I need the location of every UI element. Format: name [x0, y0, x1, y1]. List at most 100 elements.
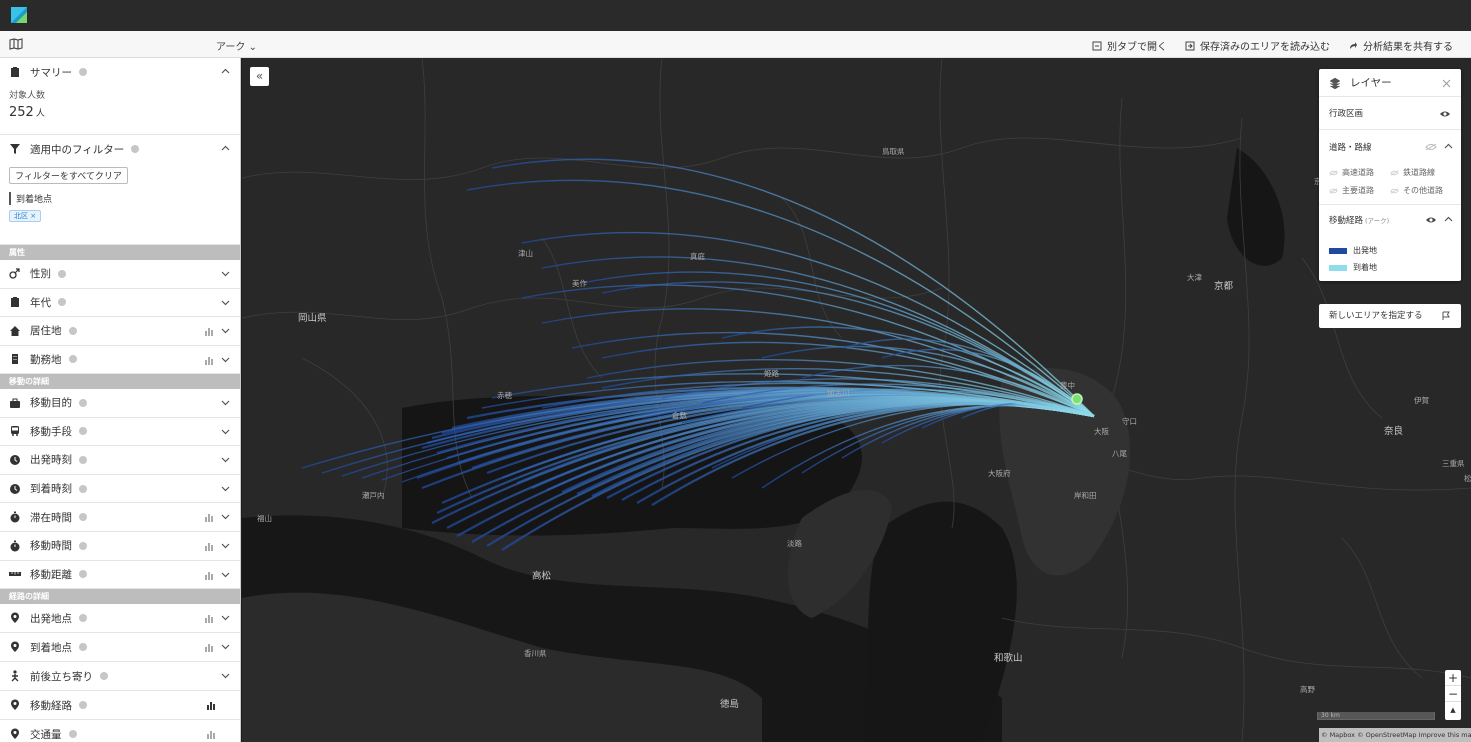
chevron-down-icon[interactable] — [221, 613, 230, 622]
view-mode-dropdown[interactable]: アーク ⌄ — [216, 38, 257, 53]
bar-chart-icon[interactable] — [204, 541, 214, 551]
chevron-down-icon[interactable] — [221, 671, 230, 680]
movement-item-4[interactable]: 滞在時間 — [0, 503, 240, 532]
chevron-down-icon[interactable] — [221, 326, 230, 335]
sea-area — [862, 501, 1017, 742]
collapse-sidebar-button[interactable]: « — [250, 67, 269, 86]
info-icon[interactable] — [79, 513, 87, 522]
info-icon[interactable] — [79, 427, 87, 436]
info-icon[interactable] — [79, 68, 87, 76]
info-icon[interactable] — [68, 355, 77, 364]
compass-button[interactable]: ▲ — [1445, 702, 1461, 718]
route-item-2[interactable]: 前後立ち寄り — [0, 662, 240, 692]
chevron-up-icon[interactable] — [221, 144, 230, 153]
collapse-icon[interactable] — [1442, 79, 1451, 88]
chevron-up-icon[interactable] — [221, 67, 230, 76]
road-type-3[interactable]: その他道路 — [1390, 185, 1451, 196]
chevron-down-icon[interactable] — [221, 642, 230, 651]
bar-chart-icon[interactable] — [204, 355, 214, 365]
chevron-down-icon[interactable] — [221, 512, 230, 521]
place-label: 高野 — [1300, 685, 1315, 694]
chevron-down-icon[interactable] — [221, 398, 230, 407]
route-item-4[interactable]: 交通量 — [0, 720, 240, 742]
movement-item-3[interactable]: 到着時刻 — [0, 474, 240, 504]
movement-item-2[interactable]: 出発時刻 — [0, 446, 240, 475]
app-logo-icon[interactable] — [10, 6, 28, 24]
road-type-1[interactable]: 鉄道路線 — [1390, 167, 1451, 178]
attribute-item-2[interactable]: 居住地 — [0, 317, 240, 346]
share-results-button[interactable]: 分析結果を共有する — [1348, 38, 1453, 53]
info-icon[interactable] — [79, 484, 87, 493]
info-icon[interactable] — [79, 455, 87, 464]
attribute-item-0[interactable]: 性別 — [0, 260, 240, 289]
eye-icon[interactable] — [1439, 110, 1451, 118]
layer-routes[interactable]: 移動経路 (アーク) — [1319, 205, 1461, 235]
new-area-button[interactable]: 新しいエリアを指定する — [1319, 304, 1461, 328]
layer-roads[interactable]: 道路・路線 — [1319, 130, 1461, 163]
info-icon[interactable] — [68, 730, 77, 739]
chevron-down-icon[interactable] — [221, 427, 230, 436]
info-icon[interactable] — [79, 643, 87, 652]
map-canvas[interactable]: 岡山県 大阪府 大阪 京都 奈良 高松 和歌山 徳島 姫路 香川県 福山 津山 大津 美作 赤穂 加古川 豊中高… — [242, 58, 1471, 742]
info-icon[interactable] — [131, 145, 140, 153]
chevron-down-icon[interactable] — [221, 355, 230, 364]
chevron-up-icon[interactable] — [1444, 142, 1453, 151]
bar-chart-icon[interactable] — [204, 570, 214, 580]
info-icon[interactable] — [79, 701, 87, 710]
movement-item-1[interactable]: 移動手段 — [0, 417, 240, 447]
route-item-1[interactable]: 到着地点 — [0, 633, 240, 663]
info-icon[interactable] — [79, 614, 87, 623]
bar-chart-icon[interactable] — [204, 642, 214, 653]
chevron-down-icon[interactable] — [221, 541, 230, 550]
open-new-tab-button[interactable]: 別タブで開く — [1092, 38, 1167, 53]
chevron-down-icon[interactable] — [221, 298, 230, 307]
info-icon[interactable] — [100, 672, 108, 681]
layer-admin-label: 行政区画 — [1329, 109, 1364, 119]
movement-item-label: 移動目的 — [30, 397, 72, 410]
bar-chart-icon[interactable] — [206, 729, 216, 740]
info-icon[interactable] — [58, 298, 66, 307]
eye-icon[interactable] — [1425, 216, 1437, 224]
chevron-down-icon[interactable] — [221, 269, 230, 278]
info-icon[interactable] — [79, 541, 87, 550]
clear-all-filters-button[interactable]: フィルターをすべてクリア — [9, 167, 128, 184]
bar-chart-icon[interactable] — [204, 326, 214, 336]
road-type-label: 主要道路 — [1342, 186, 1374, 195]
chevron-down-icon[interactable] — [221, 455, 230, 464]
route-item-3[interactable]: 移動経路 — [0, 691, 240, 721]
destination-marker[interactable] — [1071, 393, 1083, 405]
info-icon[interactable] — [58, 269, 66, 278]
map-icon[interactable] — [9, 38, 23, 50]
route-item-0[interactable]: 出発地点 — [0, 604, 240, 634]
zoom-out-button[interactable]: − — [1445, 686, 1461, 702]
info-icon[interactable] — [79, 398, 87, 407]
route-list: 出発地点 到着地点 前後立ち寄り 移動経路 交通量 — [0, 604, 240, 742]
active-filters-header[interactable]: 適用中のフィルター — [0, 135, 240, 163]
movement-item-5[interactable]: 移動時間 — [0, 531, 240, 561]
chevron-up-icon[interactable] — [1444, 215, 1453, 224]
movement-item-0[interactable]: 移動目的 — [0, 389, 240, 418]
eye-off-icon[interactable] — [1425, 143, 1437, 151]
map-attribution[interactable]: © Mapbox © OpenStreetMap Improve this ma… — [1319, 728, 1471, 742]
layer-admin[interactable]: 行政区画 — [1319, 97, 1461, 130]
bar-chart-icon[interactable] — [204, 512, 214, 523]
chevron-down-icon[interactable] — [221, 570, 230, 579]
summary-header[interactable]: サマリー — [0, 58, 240, 86]
road-type-2[interactable]: 主要道路 — [1329, 185, 1390, 196]
bar-chart-icon[interactable] — [206, 700, 216, 711]
attribute-icon — [11, 297, 19, 308]
zoom-in-button[interactable]: + — [1445, 670, 1461, 686]
load-saved-area-button[interactable]: 保存済みのエリアを読み込む — [1185, 38, 1330, 53]
attribute-item-3[interactable]: 勤務地 — [0, 345, 240, 374]
open-new-tab-label: 別タブで開く — [1107, 42, 1167, 53]
bar-chart-icon[interactable] — [204, 613, 214, 624]
info-icon[interactable] — [68, 326, 77, 335]
chevron-down-icon[interactable] — [221, 484, 230, 493]
road-type-0[interactable]: 高速道路 — [1329, 167, 1390, 178]
place-label: 鳥取県 — [882, 147, 905, 156]
filter-chip[interactable]: 北区 × — [9, 210, 42, 222]
info-icon[interactable] — [79, 570, 87, 579]
movement-item-6[interactable]: 移動距離 — [0, 560, 240, 590]
attribute-item-1[interactable]: 年代 — [0, 288, 240, 317]
place-label: 高松 — [532, 571, 552, 582]
